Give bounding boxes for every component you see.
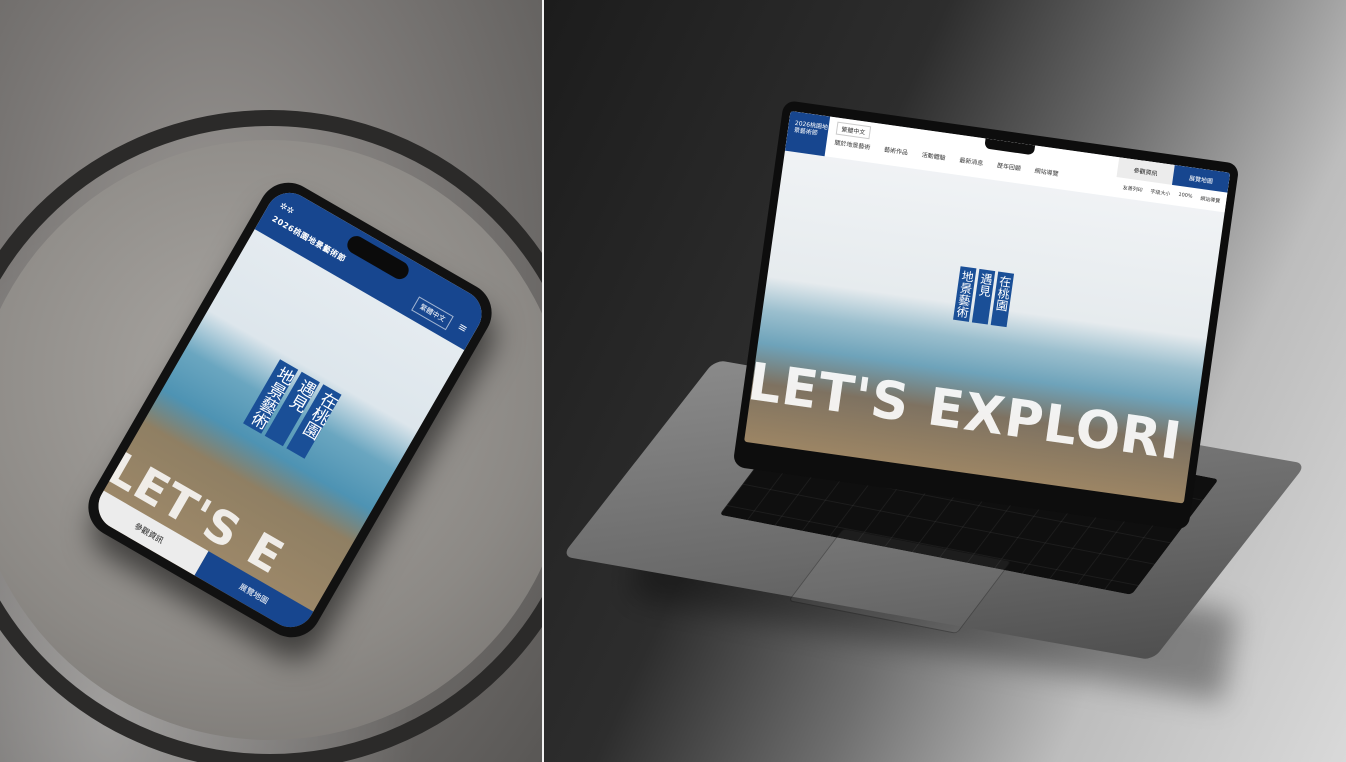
laptop-hero-banner: LET'S EXPLORI [744,352,1186,473]
nav-item-about[interactable]: 關於地景藝術 [834,138,871,151]
laptop-visit-info-tab[interactable]: 參觀資訊 [1116,157,1175,185]
laptop-site-header: 2026桃園地景藝術節 繁體中文 關於地景藝術 藝術作品 活動體驗 最新消息 歷… [784,111,1231,213]
laptop-camera-notch [984,138,1036,156]
laptop-logo-block[interactable]: 2026桃園地景藝術節 [784,111,831,157]
laptop-hero-title: 在桃園 遇見 地景藝術 [953,266,1015,328]
laptop-screen: 2026桃園地景藝術節 繁體中文 關於地景藝術 藝術作品 活動體驗 最新消息 歷… [744,111,1231,504]
laptop-logo-text: 2026桃園地景藝術節 [793,119,829,137]
laptop-exhibition-map-tab[interactable]: 展覽地圖 [1171,165,1231,193]
laptop-hero-title-line-1: 在桃園 [990,271,1015,328]
left-photo-panel: ✲✲ 2026桃園地景藝術節 繁體中文 ≡ 在桃園 遇見 地景藝術 LET'S … [0,0,542,762]
laptop-language-select[interactable]: 繁體中文 [835,121,872,140]
phone-logo-text[interactable]: 2026桃園地景藝術節 [270,213,348,264]
util-print[interactable]: 友善列印 [1122,184,1143,194]
nav-item-artworks[interactable]: 藝術作品 [884,144,909,156]
phone-language-select[interactable]: 繁體中文 [411,296,454,331]
nav-item-events[interactable]: 活動體驗 [921,150,946,162]
util-zoom[interactable]: 100% [1178,192,1193,201]
util-font-size[interactable]: 字級大小 [1150,188,1171,198]
nav-item-sitemap[interactable]: 網站導覽 [1034,166,1059,178]
right-photo-panel: 2026桃園地景藝術節 繁體中文 關於地景藝術 藝術作品 活動體驗 最新消息 歷… [544,0,1346,762]
hamburger-menu-icon[interactable]: ≡ [455,320,469,336]
util-sitemap[interactable]: 網站導覽 [1200,195,1221,205]
nav-item-history[interactable]: 歷年回顧 [996,160,1021,172]
nav-item-news[interactable]: 最新消息 [959,155,984,167]
laptop-lid: 2026桃園地景藝術節 繁體中文 關於地景藝術 藝術作品 活動體驗 最新消息 歷… [732,100,1240,531]
phone-hero-title: 在桃園 遇見 地景藝術 [240,358,342,459]
